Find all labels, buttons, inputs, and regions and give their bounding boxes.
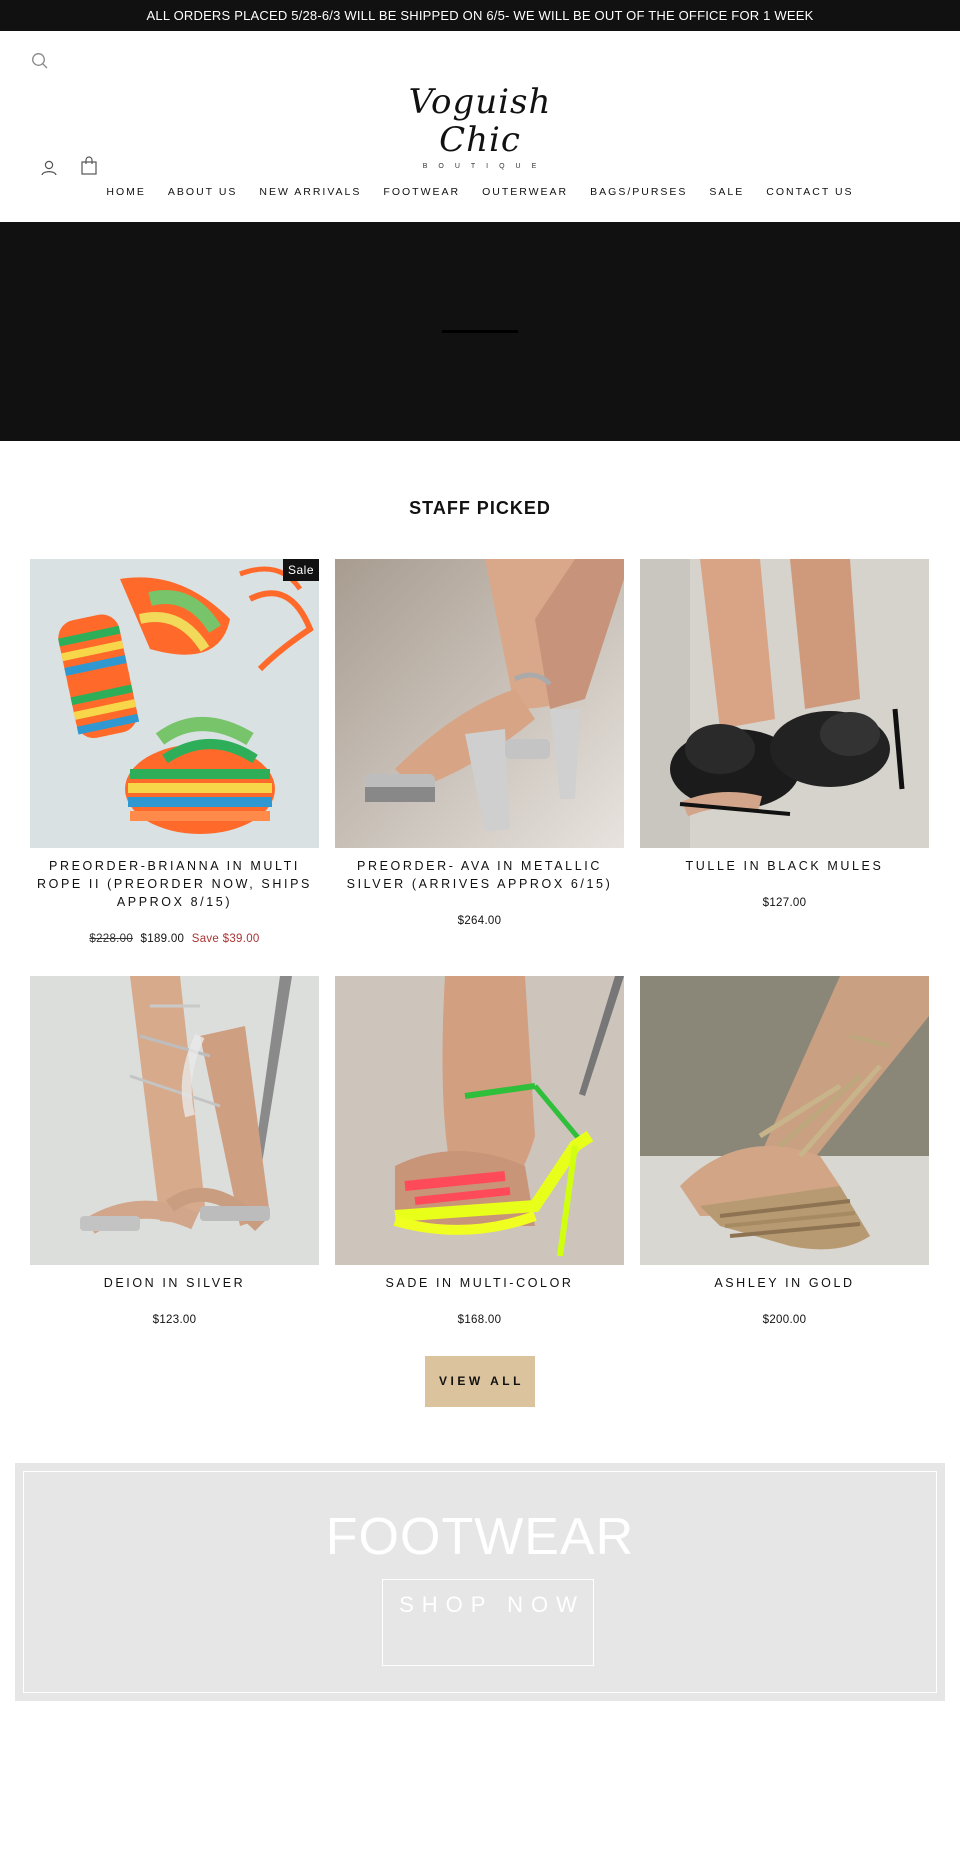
product-card[interactable]: PREORDER- AVA IN METALLIC SILVER (ARRIVE… xyxy=(335,559,624,927)
footwear-promo[interactable]: FOOTWEAR SHOP NOW xyxy=(15,1463,945,1701)
product-card[interactable]: Sale PREORDER-BRIANNA IN MULTI ROPE II (… xyxy=(30,559,319,945)
product-title[interactable]: ASHLEY IN GOLD xyxy=(640,1274,929,1292)
section-title: STAFF PICKED xyxy=(409,498,551,518)
nav-home[interactable]: HOME xyxy=(95,186,157,198)
product-price: $168.00 xyxy=(457,1314,502,1326)
nav-bags-purses[interactable]: BAGS/PURSES xyxy=(579,186,698,198)
hero-divider xyxy=(442,330,518,333)
sale-price: $189.00 xyxy=(140,933,185,945)
product-card[interactable]: DEION IN SILVER $123.00 xyxy=(30,976,319,1326)
logo-script-text: Voguish Chic xyxy=(408,82,552,160)
product-image[interactable]: Sale xyxy=(30,559,319,848)
nav-about-us[interactable]: ABOUT US xyxy=(157,186,248,198)
shop-now-button[interactable]: SHOP NOW xyxy=(382,1579,594,1666)
product-card[interactable]: SADE IN MULTI-COLOR $168.00 xyxy=(335,976,624,1326)
product-image[interactable] xyxy=(640,976,929,1265)
main-nav: HOME ABOUT US NEW ARRIVALS FOOTWEAR OUTE… xyxy=(0,186,960,198)
promo-title: FOOTWEAR xyxy=(325,1508,635,1566)
nav-sale[interactable]: SALE xyxy=(698,186,755,198)
product-price: $200.00 xyxy=(762,1314,807,1326)
product-title[interactable]: PREORDER-BRIANNA IN MULTI ROPE II (PREOR… xyxy=(30,857,319,911)
logo-sub-text: BOUTIQUE xyxy=(422,163,548,170)
product-title[interactable]: SADE IN MULTI-COLOR xyxy=(335,1274,624,1292)
account-icon[interactable] xyxy=(37,156,61,180)
product-image[interactable] xyxy=(640,559,929,848)
site-header: Voguish Chic BOUTIQUE HOME ABOUT US NEW … xyxy=(0,31,960,222)
product-card[interactable]: TULLE IN BLACK MULES $127.00 xyxy=(640,559,929,909)
nav-contact-us[interactable]: CONTACT US xyxy=(755,186,864,198)
announcement-text: ALL ORDERS PLACED 5/28-6/3 WILL BE SHIPP… xyxy=(146,8,814,23)
cart-icon[interactable] xyxy=(77,154,101,178)
product-image[interactable] xyxy=(335,559,624,848)
product-price: $228.00 $189.00 Save $39.00 xyxy=(30,933,319,945)
product-price: $127.00 xyxy=(762,897,807,909)
search-icon[interactable] xyxy=(28,49,52,73)
product-price: $264.00 xyxy=(457,915,502,927)
product-title[interactable]: PREORDER- AVA IN METALLIC SILVER (ARRIVE… xyxy=(335,857,624,893)
original-price: $228.00 xyxy=(89,933,134,945)
brand-logo[interactable]: Voguish Chic BOUTIQUE xyxy=(380,83,580,170)
product-image[interactable] xyxy=(335,976,624,1265)
nav-footwear[interactable]: FOOTWEAR xyxy=(372,186,471,198)
nav-new-arrivals[interactable]: NEW ARRIVALS xyxy=(248,186,372,198)
product-image[interactable] xyxy=(30,976,319,1265)
product-price: $123.00 xyxy=(152,1314,197,1326)
nav-outerwear[interactable]: OUTERWEAR xyxy=(471,186,579,198)
product-title[interactable]: DEION IN SILVER xyxy=(30,1274,319,1292)
savings-text: Save $39.00 xyxy=(191,933,260,945)
announcement-bar: ALL ORDERS PLACED 5/28-6/3 WILL BE SHIPP… xyxy=(0,0,960,31)
promo-frame: FOOTWEAR SHOP NOW xyxy=(23,1471,937,1693)
product-card[interactable]: ASHLEY IN GOLD $200.00 xyxy=(640,976,929,1326)
product-title[interactable]: TULLE IN BLACK MULES xyxy=(640,857,929,875)
view-all-button[interactable]: VIEW ALL xyxy=(425,1356,535,1407)
sale-badge: Sale xyxy=(282,559,319,581)
hero-banner xyxy=(0,222,960,441)
